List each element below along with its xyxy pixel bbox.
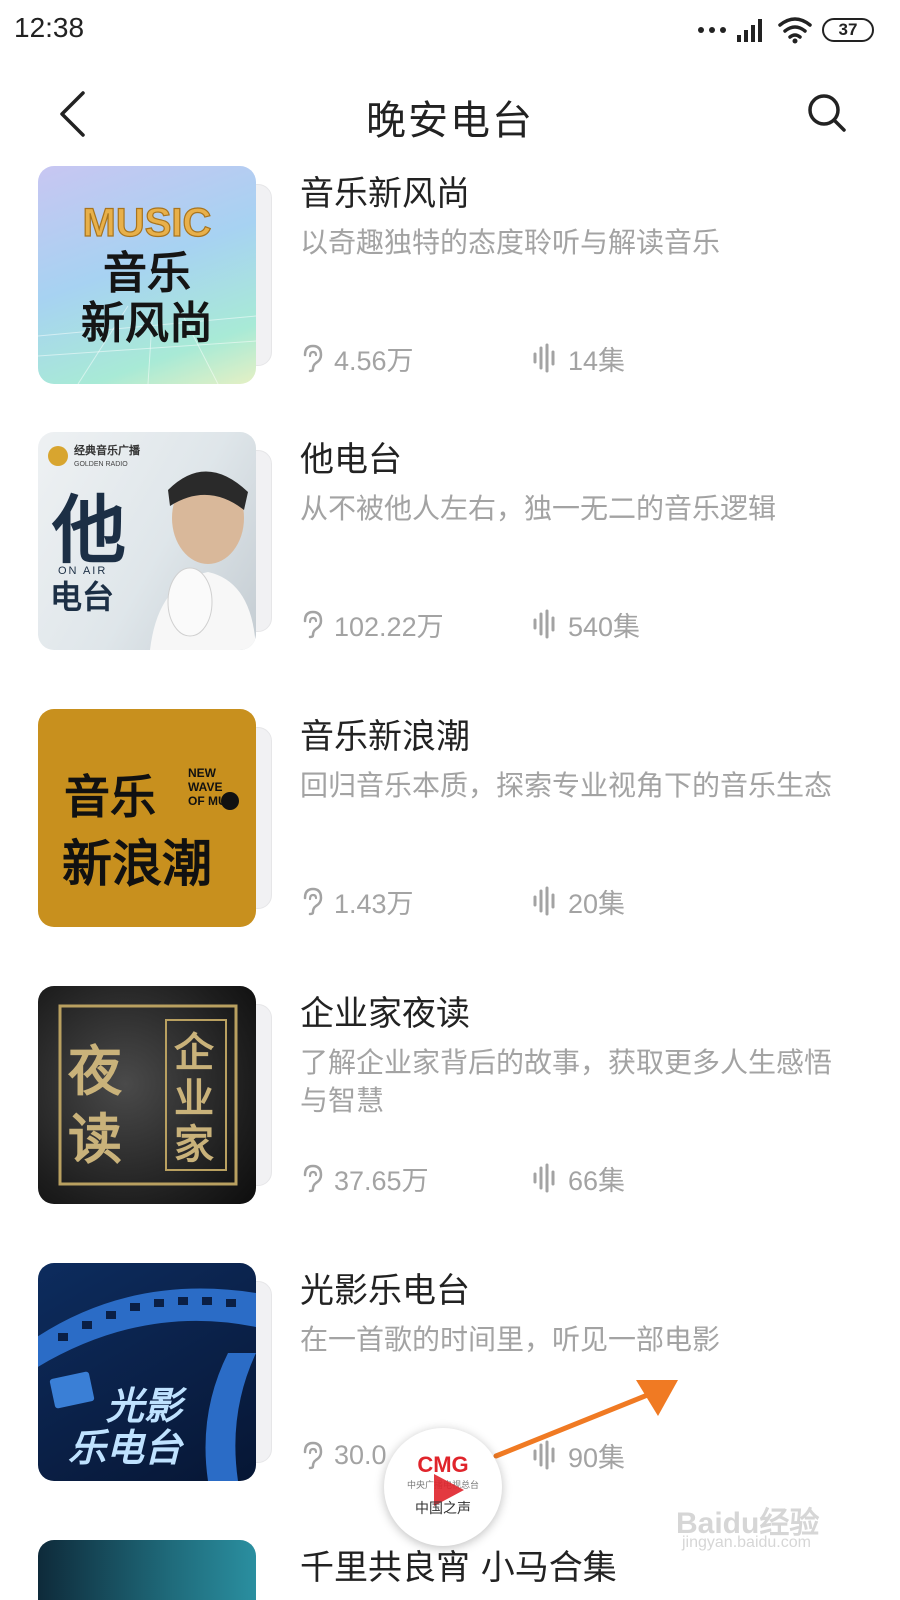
waveform-icon <box>533 1163 555 1193</box>
header: 晚安电台 <box>0 70 900 160</box>
cover-image <box>38 1540 256 1600</box>
list-item[interactable]: MUSIC 音乐 新风尚 音乐新风尚 以奇趣独特的态度聆听与解读音乐 4.56万… <box>0 166 900 396</box>
ear-icon <box>303 1164 323 1193</box>
waveform-icon <box>533 609 555 639</box>
cover-stack: MUSIC 音乐 新风尚 <box>38 166 272 384</box>
item-title: 光影乐电台 <box>300 1271 470 1311</box>
ear-icon <box>303 610 323 639</box>
battery-level: 37 <box>838 20 858 39</box>
cover-stack: 经典音乐广播 GOLDEN RADIO 他 ON AIR 电台 <box>38 432 272 650</box>
cover-image: 光影 乐电台 <box>38 1263 256 1481</box>
item-title: 他电台 <box>300 440 402 480</box>
item-title: 音乐新风尚 <box>300 174 470 214</box>
cover-en2: WAVE <box>188 780 222 794</box>
cover-en3: OF MU <box>188 794 227 808</box>
arrow-annotation <box>493 1380 678 1459</box>
list-item[interactable]: 音乐 新浪潮 NEW WAVE OF MU 音乐新浪潮 回归音乐本质，探索专业视… <box>0 709 900 939</box>
item-desc: 从不被他人左右，独一无二的音乐逻辑 <box>300 492 777 525</box>
cover-line2: 乐电台 <box>68 1426 185 1470</box>
item-desc: 了解企业家背后的故事，获取更多人生感悟与智慧 <box>300 1046 833 1117</box>
cover-on-air: ON AIR <box>58 565 107 577</box>
cover-left-1: 夜 <box>67 1039 123 1103</box>
status-time: 12:38 <box>14 12 85 43</box>
search-icon <box>808 94 846 132</box>
signal-icon <box>737 19 762 42</box>
channel-name: 中国之声 <box>415 1501 471 1517</box>
cover-image: 经典音乐广播 GOLDEN RADIO 他 ON AIR 电台 <box>38 432 256 650</box>
cover-left-2: 读 <box>68 1107 122 1171</box>
cover-stack: 夜 读 企 业 家 <box>38 986 272 1204</box>
item-desc: 回归音乐本质，探索专业视角下的音乐生态 <box>300 769 833 802</box>
episode-count: 20集 <box>568 888 626 919</box>
cover-stack: 音乐 新浪潮 NEW WAVE OF MU <box>38 709 272 927</box>
page-title: 晚安电台 <box>366 98 534 144</box>
cover-sub: 电台 <box>50 578 114 616</box>
waveform-icon <box>533 886 555 916</box>
item-meta: 1.43万 20集 <box>300 881 625 921</box>
watermark: Baidu经验 jingyan.baidu.com <box>676 1498 876 1558</box>
item-title: 企业家夜读 <box>300 994 470 1034</box>
cover-line1: 音乐 <box>64 770 156 824</box>
item-title: 音乐新浪潮 <box>300 717 470 757</box>
cover-right-3: 家 <box>174 1121 214 1168</box>
episode-count: 66集 <box>568 1165 626 1196</box>
cover-line1: 光影 <box>106 1384 188 1428</box>
dots-icon <box>698 27 726 33</box>
play-count: 4.56万 <box>334 345 414 376</box>
item-meta: 102.22万 540集 <box>300 604 640 644</box>
cover-word: MUSIC <box>83 201 212 245</box>
battery-icon: 37 <box>822 18 874 42</box>
watermark-sub: jingyan.baidu.com <box>682 1534 811 1551</box>
search-button[interactable] <box>804 90 852 138</box>
item-meta: 37.65万 66集 <box>300 1158 625 1198</box>
play-count: 37.65万 <box>334 1165 429 1196</box>
status-icons: 37 <box>698 14 874 46</box>
item-desc: 以奇趣独特的态度聆听与解读音乐 <box>300 226 721 259</box>
cover-line1: 音乐 <box>103 248 191 299</box>
cover-stack: 光影 乐电台 <box>38 1263 272 1481</box>
status-bar: 12:38 37 <box>0 0 900 62</box>
cover-right-2: 业 <box>174 1075 214 1122</box>
episode-count: 540集 <box>568 611 641 642</box>
play-count: 30.0 <box>334 1439 387 1470</box>
waveform-icon <box>533 343 555 373</box>
ear-icon <box>303 887 323 916</box>
cover-brand-en: GOLDEN RADIO <box>74 461 128 468</box>
list-item[interactable]: 经典音乐广播 GOLDEN RADIO 他 ON AIR 电台 他电台 从不被他… <box>0 432 900 662</box>
episode-count: 14集 <box>568 345 626 376</box>
cover-brand: 经典音乐广播 <box>74 443 141 457</box>
cover-big: 他 <box>51 488 126 574</box>
list-item[interactable]: 夜 读 企 业 家 企业家夜读 了解企业家背后的故事，获取更多人生感悟与智慧 3… <box>0 986 900 1216</box>
cover-image: MUSIC 音乐 新风尚 <box>38 166 256 384</box>
cover-image: 音乐 新浪潮 NEW WAVE OF MU <box>38 709 256 927</box>
cover-image: 夜 读 企 业 家 <box>38 986 256 1204</box>
cover-en1: NEW <box>188 766 217 780</box>
play-count: 1.43万 <box>334 888 414 919</box>
wifi-icon <box>778 17 812 44</box>
play-count: 102.22万 <box>334 611 444 642</box>
cover-line2: 新浪潮 <box>62 835 212 893</box>
floating-player[interactable]: CMG 中央广播电视总台 中国之声 <box>384 1428 502 1546</box>
ear-icon <box>303 344 323 373</box>
item-meta: 4.56万 14集 <box>300 338 625 378</box>
item-desc: 在一首歌的时间里，听见一部电影 <box>300 1323 721 1356</box>
cover-line2: 新风尚 <box>81 298 213 349</box>
radio-list: MUSIC 音乐 新风尚 音乐新风尚 以奇趣独特的态度聆听与解读音乐 4.56万… <box>0 160 900 1600</box>
cover-right-1: 企 <box>174 1029 215 1076</box>
item-title: 千里共良宵 小马合集 <box>300 1548 617 1588</box>
ear-icon <box>303 1441 323 1470</box>
